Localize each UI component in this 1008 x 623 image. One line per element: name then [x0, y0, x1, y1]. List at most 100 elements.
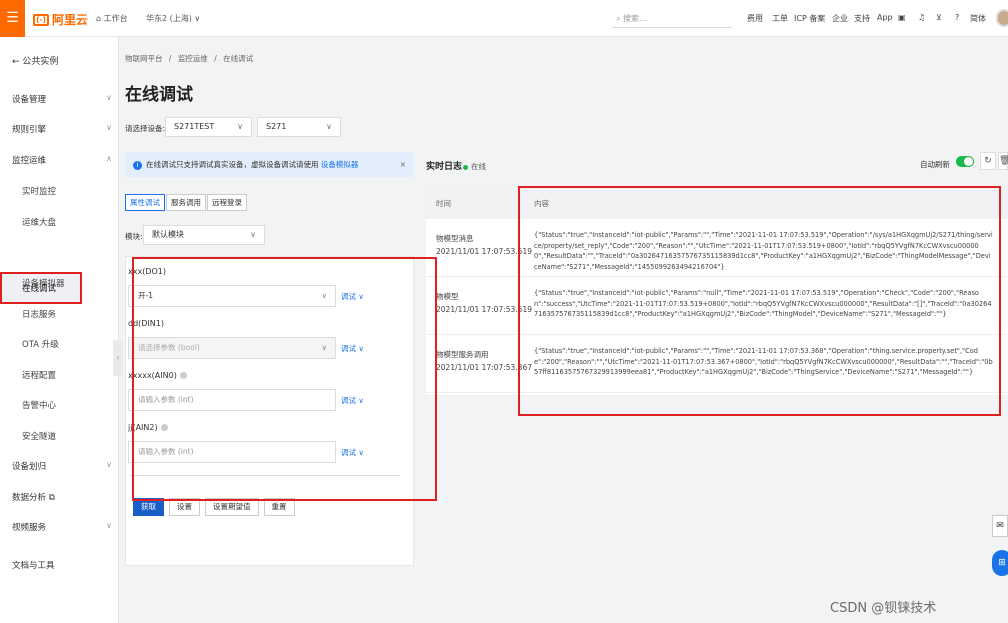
sidebar-group-device-assignment[interactable]: 设备划归 ∨	[12, 460, 112, 472]
page-title: 在线调试	[125, 85, 193, 105]
sidebar-item-remote-config[interactable]: 远程配置	[22, 369, 56, 381]
status-badge: 在线	[463, 161, 486, 172]
sidebar-group-device-management[interactable]: 设备管理 ∨	[12, 93, 112, 105]
notice-text: 在线调试只支持调试真实设备，虚拟设备调试请使用	[146, 160, 319, 169]
language-selector[interactable]: 简体	[970, 13, 986, 24]
sidebar-item-ota[interactable]: OTA 升级	[22, 338, 59, 350]
bell-icon[interactable]: ♫	[918, 13, 925, 22]
device-select[interactable]: S271 ∨	[257, 117, 341, 137]
chevron-down-icon: ∨	[106, 123, 112, 132]
sidebar-item-ops-dashboard[interactable]: 运维大盘	[22, 216, 56, 228]
device-simulator-link[interactable]: 设备模拟器	[321, 160, 359, 169]
info-icon: i	[133, 161, 142, 170]
tab-property-debug[interactable]: 属性调试	[125, 194, 165, 211]
logo-text: 阿里云	[52, 13, 89, 27]
breadcrumb-item-current: 在线调试	[223, 54, 254, 63]
watermark: CSDN @钡铼技术	[830, 601, 937, 616]
chevron-down-icon: ∨	[106, 460, 112, 469]
sidebar-group-rule-engine[interactable]: 规则引擎 ∨	[12, 123, 112, 135]
module-label: 模块:	[125, 232, 143, 241]
module-select-value: 默认模块	[152, 230, 184, 239]
logo-mark-icon: [-]	[33, 13, 49, 26]
sidebar-item-device-simulator[interactable]: 设备模拟器	[22, 277, 65, 289]
sidebar-group-video-service[interactable]: 视频服务 ∨	[12, 521, 112, 533]
highlight-box-log-content	[518, 186, 1001, 416]
chevron-down-icon: ∨	[194, 14, 201, 23]
breadcrumb-item[interactable]: 物联网平台	[125, 54, 163, 63]
status-dot-icon	[463, 164, 468, 170]
device-select-value: S271	[266, 122, 287, 131]
help-icon[interactable]: ?	[955, 13, 959, 22]
top-link-support[interactable]: 支持	[854, 13, 870, 24]
clear-icon[interactable]: 🗑	[998, 152, 1008, 170]
group-label: 数据分析	[12, 493, 47, 503]
chevron-down-icon: ∨	[106, 93, 112, 102]
status-text: 在线	[471, 162, 486, 171]
tab-service-call[interactable]: 服务调用	[166, 194, 206, 211]
search-icon: ⌕	[616, 14, 624, 23]
sidebar-item-security-tunnel[interactable]: 安全隧道	[22, 430, 56, 442]
screen-icon[interactable]: ▣	[898, 13, 906, 22]
feedback-icon[interactable]: ✉	[992, 515, 1008, 537]
region-selector[interactable]: 华东2 (上海) ∨	[146, 13, 200, 24]
sidebar-group-data-analysis[interactable]: 数据分析 ⧉	[12, 491, 112, 503]
chevron-down-icon: ∨	[237, 122, 243, 131]
search-input[interactable]: ⌕ 搜索...	[612, 10, 732, 28]
auto-refresh-label: 自动刷新	[920, 160, 950, 169]
product-select-value: S271TEST	[174, 122, 215, 131]
home-icon: ⌂	[96, 14, 104, 23]
back-label: 公共实例	[22, 57, 59, 67]
module-select[interactable]: 默认模块 ∨	[143, 225, 265, 245]
group-label: 监控运维	[12, 156, 47, 166]
group-label: 设备管理	[12, 95, 47, 105]
group-label: 规则引擎	[12, 125, 47, 135]
top-link-fee[interactable]: 费用	[747, 13, 763, 24]
column-header-time: 时间	[436, 199, 451, 208]
external-link-icon: ⧉	[46, 493, 55, 503]
sidebar-group-monitoring[interactable]: 监控运维 ∧	[12, 154, 112, 166]
sidebar-item-realtime-monitor[interactable]: 实时监控	[22, 185, 56, 197]
close-icon[interactable]: ×	[400, 152, 406, 177]
refresh-icon[interactable]: ↻	[980, 152, 996, 170]
auto-refresh-toggle[interactable]	[956, 156, 974, 167]
region-label: 华东2 (上海)	[146, 14, 192, 23]
menu-icon[interactable]: ☰	[0, 0, 25, 37]
top-link-enterprise[interactable]: 企业	[832, 13, 848, 24]
breadcrumb: 物联网平台 / 监控运维 / 在线调试	[125, 53, 253, 64]
aliyun-logo[interactable]: [-] 阿里云	[33, 11, 88, 28]
back-link[interactable]: ← 公共实例	[12, 54, 58, 67]
sidebar-item-alarm-center[interactable]: 告警中心	[22, 399, 56, 411]
group-label: 设备划归	[12, 462, 47, 472]
cart-icon[interactable]: ⊻	[936, 13, 942, 22]
chevron-down-icon: ∨	[250, 230, 256, 239]
group-label: 视频服务	[12, 523, 47, 533]
product-select[interactable]: S271TEST ∨	[165, 117, 252, 137]
grid-icon[interactable]: ⊞	[992, 550, 1008, 576]
search-placeholder: 搜索...	[623, 14, 647, 23]
avatar[interactable]	[996, 9, 1008, 27]
divider	[86, 12, 87, 26]
sidebar-item-log-service[interactable]: 日志服务	[22, 308, 56, 320]
top-link-app[interactable]: App	[877, 13, 893, 22]
top-link-icp[interactable]: ICP 备案	[794, 13, 825, 24]
group-label: 文档与工具	[12, 561, 55, 571]
tab-remote-login[interactable]: 远程登录	[207, 194, 247, 211]
workbench-link[interactable]: ⌂ 工作台	[96, 13, 128, 24]
sidebar-group-docs-tools[interactable]: 文档与工具	[12, 559, 112, 571]
breadcrumb-separator: /	[168, 54, 172, 63]
chevron-down-icon: ∨	[326, 122, 332, 131]
workbench-label: 工作台	[103, 14, 128, 23]
chevron-down-icon: ∨	[106, 521, 112, 530]
sidebar: ← 公共实例 设备管理 ∨ 规则引擎 ∨ 监控运维 ∧ 实时监控 运维大盘 在线调试 …	[0, 37, 119, 623]
chevron-up-icon: ∧	[106, 154, 112, 163]
notice-banner: i 在线调试只支持调试真实设备，虚拟设备调试请使用 设备模拟器 ×	[125, 152, 414, 177]
top-bar: ☰ [-] 阿里云 ⌂ 工作台 华东2 (上海) ∨ ⌕ 搜索... 费用 工单…	[0, 0, 1008, 37]
arrow-left-icon: ←	[12, 57, 23, 67]
debug-tabs: 属性调试 服务调用 远程登录	[125, 194, 248, 211]
device-select-label: 请选择设备:	[125, 124, 166, 133]
log-title: 实时日志	[426, 162, 463, 172]
breadcrumb-item[interactable]: 监控运维	[178, 54, 208, 63]
highlight-box-properties	[132, 257, 437, 501]
breadcrumb-separator: /	[214, 54, 217, 63]
top-link-ticket[interactable]: 工单	[772, 13, 788, 24]
